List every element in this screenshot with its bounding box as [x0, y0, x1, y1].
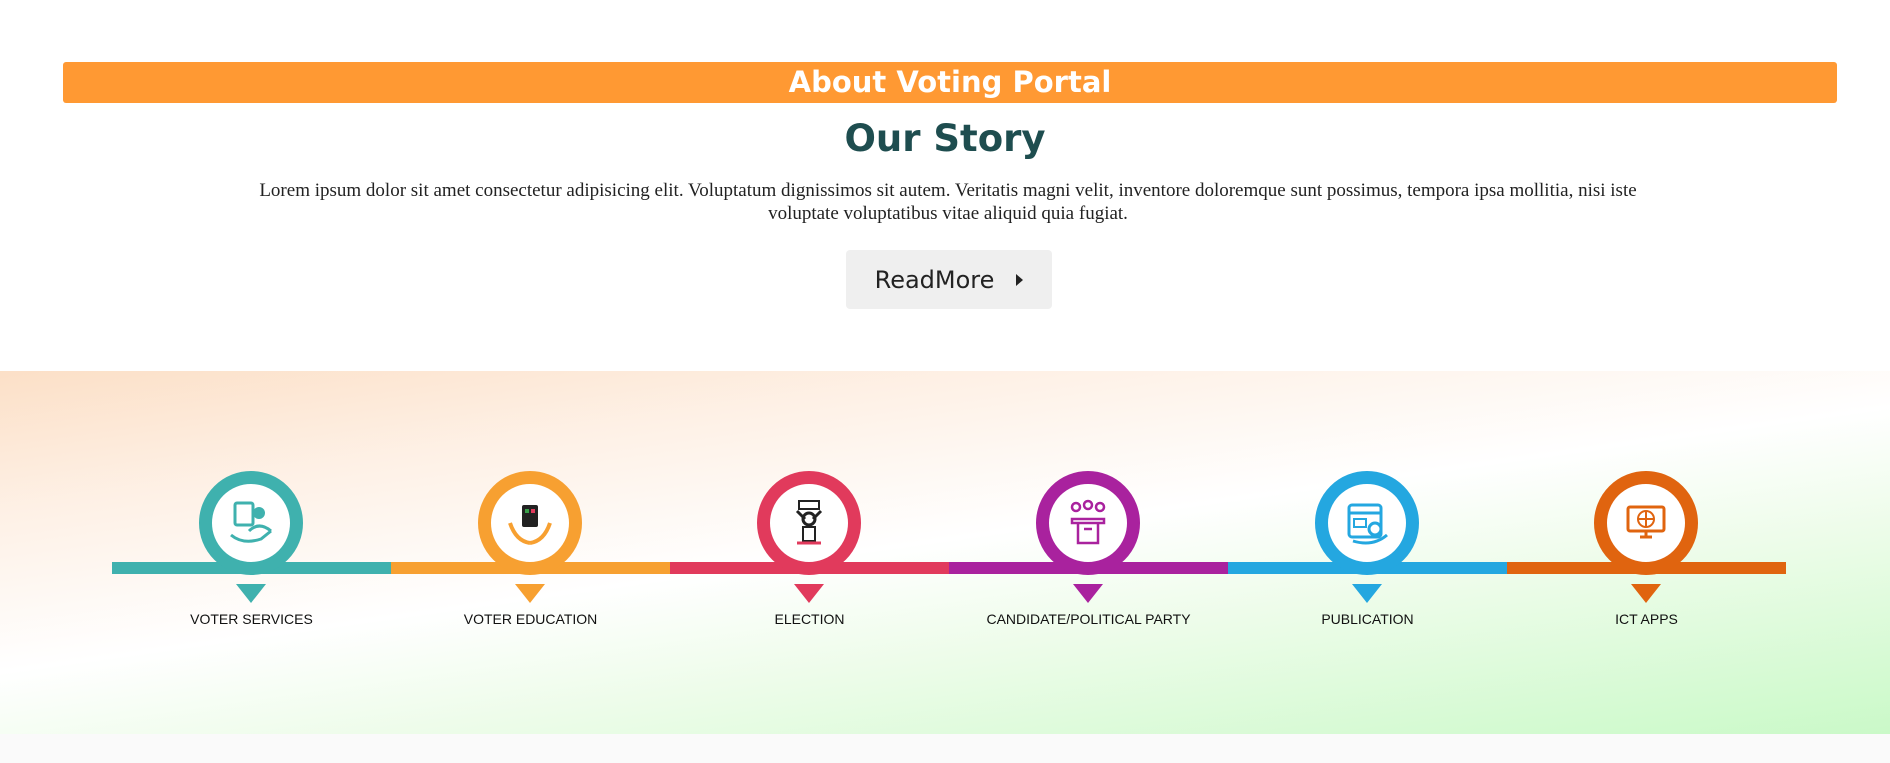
service-item-publication[interactable]: PUBLICATION [1228, 371, 1507, 734]
publication-icon [1347, 503, 1388, 545]
service-ring [1594, 471, 1698, 575]
voter-services-icon [230, 501, 272, 543]
service-ring [199, 471, 303, 575]
pointer-arrow [1631, 584, 1661, 603]
bottom-band [0, 734, 1890, 763]
service-item-candidate-political-party[interactable]: CANDIDATE/POLITICAL PARTY [949, 371, 1228, 734]
service-label: VOTER EDUCATION [463, 611, 598, 627]
service-ring [757, 471, 861, 575]
pointer-arrow [794, 584, 824, 603]
election-icon [795, 500, 823, 545]
about-voting-portal-banner: About Voting Portal [63, 62, 1837, 103]
story-text: Lorem ipsum dolor sit amet consectetur a… [259, 180, 1637, 224]
service-item-voter-education[interactable]: VOTER EDUCATION [391, 371, 670, 734]
service-label: ELECTION [774, 611, 845, 627]
service-item-ict-apps[interactable]: ICT APPS [1507, 371, 1786, 734]
candidate-party-icon [1070, 499, 1106, 545]
pointer-arrow [236, 584, 266, 603]
caret-right-icon [1016, 273, 1024, 286]
readmore-label: ReadMore [874, 265, 995, 294]
service-label: VOTER SERVICES [190, 611, 313, 627]
voter-education-icon [508, 505, 552, 545]
service-ring [1036, 471, 1140, 575]
pointer-arrow [1073, 584, 1103, 603]
service-ring [478, 471, 582, 575]
service-item-election[interactable]: ELECTION [670, 371, 949, 734]
service-ring [1315, 471, 1419, 575]
pointer-arrow [515, 584, 545, 603]
story-title: Our Story [844, 117, 1046, 160]
ict-apps-icon [1626, 505, 1666, 539]
service-label: ICT APPS [1615, 611, 1678, 627]
services-timeline: VOTER SERVICES VOTER EDUCATION ELECTION … [0, 371, 1890, 734]
service-item-voter-services[interactable]: VOTER SERVICES [112, 371, 391, 734]
service-label: CANDIDATE/POLITICAL PARTY [986, 611, 1191, 627]
readmore-button[interactable]: ReadMore [846, 250, 1052, 309]
pointer-arrow [1352, 584, 1382, 603]
service-label: PUBLICATION [1321, 611, 1414, 627]
